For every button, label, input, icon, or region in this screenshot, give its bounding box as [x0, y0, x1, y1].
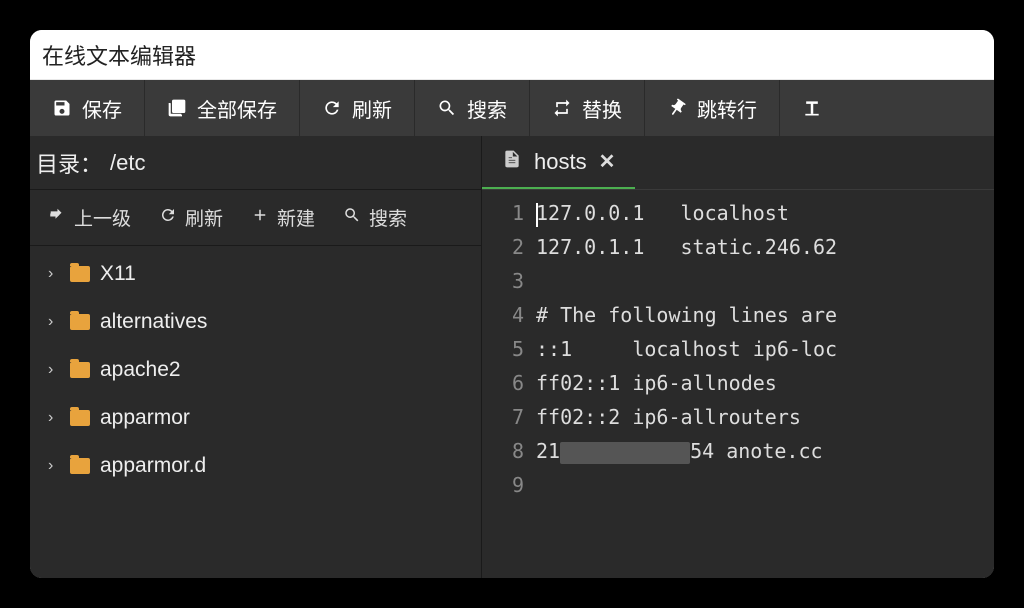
sidebar-toolbar: 上一级 刷新 新建 搜	[30, 190, 481, 246]
save-label: 保存	[82, 94, 122, 123]
code-lines[interactable]: 127.0.0.1 localhost127.0.1.1 static.246.…	[536, 190, 994, 578]
new-label: 新建	[277, 204, 315, 231]
line-number: 7	[482, 400, 524, 434]
search-button[interactable]: 搜索	[415, 80, 530, 136]
chevron-right-icon: ›	[48, 409, 60, 427]
line-number: 9	[482, 468, 524, 502]
line-number: 2	[482, 230, 524, 264]
tree-item[interactable]: › apache2	[30, 346, 481, 394]
line-gutter: 1 2 3 4 5 6 7 8 9	[482, 190, 536, 578]
chevron-right-icon: ›	[48, 265, 60, 283]
code-line[interactable]: # The following lines are	[536, 298, 994, 332]
close-icon[interactable]: ✕	[599, 149, 616, 174]
replace-label: 替换	[582, 94, 622, 123]
code-line[interactable]: ::1 localhost ip6-loc	[536, 332, 994, 366]
main-toolbar: 保存 全部保存 刷新 搜索 替换	[30, 80, 994, 136]
tree-item[interactable]: › alternatives	[30, 298, 481, 346]
tab-bar: hosts ✕	[482, 136, 994, 190]
plus-icon	[251, 206, 269, 230]
goto-label: 跳转行	[697, 94, 757, 123]
tree-item[interactable]: › X11	[30, 250, 481, 298]
sidebar-refresh-button[interactable]: 刷新	[147, 198, 235, 237]
tree-item[interactable]: › apparmor	[30, 394, 481, 442]
code-line[interactable]	[536, 264, 994, 298]
title-bar: 在线文本编辑器	[30, 30, 994, 80]
text-icon	[802, 98, 822, 118]
tab-label: hosts	[534, 149, 587, 175]
folder-icon	[70, 410, 90, 426]
refresh-icon	[159, 206, 177, 230]
folder-icon	[70, 458, 90, 474]
folder-icon	[70, 314, 90, 330]
code-line[interactable]: ff02::1 ip6-allnodes	[536, 366, 994, 400]
file-icon	[502, 148, 522, 176]
search-icon	[343, 206, 361, 230]
line-number: 8	[482, 434, 524, 468]
chevron-right-icon: ›	[48, 313, 60, 331]
save-all-icon	[167, 98, 187, 118]
content-area: 目录： /etc 上一级 刷新	[30, 136, 994, 578]
refresh-icon	[322, 98, 342, 118]
code-line[interactable]: 127.0.0.1 localhost	[536, 196, 994, 230]
save-icon	[52, 98, 72, 118]
folder-name: apparmor	[100, 406, 190, 430]
chevron-right-icon: ›	[48, 457, 60, 475]
search-label: 搜索	[467, 94, 507, 123]
save-button[interactable]: 保存	[30, 80, 145, 136]
text-tool-button[interactable]	[780, 80, 836, 136]
code-line[interactable]: 127.0.1.1 static.246.62	[536, 230, 994, 264]
search-icon	[437, 98, 457, 118]
save-all-label: 全部保存	[197, 94, 277, 123]
file-tree[interactable]: › X11 › alternatives › apache2 ›	[30, 246, 481, 578]
line-number: 3	[482, 264, 524, 298]
goto-button[interactable]: 跳转行	[645, 80, 780, 136]
line-number: 5	[482, 332, 524, 366]
pin-icon	[667, 98, 687, 118]
code-line[interactable]: ff02::2 ip6-allrouters	[536, 400, 994, 434]
caret	[536, 203, 538, 227]
dir-path: /etc	[110, 150, 145, 176]
sidebar-search-button[interactable]: 搜索	[331, 198, 419, 237]
code-line[interactable]: 2154 anote.cc	[536, 434, 994, 468]
line-number: 4	[482, 298, 524, 332]
chevron-right-icon: ›	[48, 361, 60, 379]
up-label: 上一级	[74, 204, 131, 231]
editor-window: 在线文本编辑器 保存 全部保存 刷新 搜索	[30, 30, 994, 578]
save-all-button[interactable]: 全部保存	[145, 80, 300, 136]
code-area[interactable]: 1 2 3 4 5 6 7 8 9 127.0.0.1 localhost127…	[482, 190, 994, 578]
folder-name: apparmor.d	[100, 454, 206, 478]
folder-name: alternatives	[100, 310, 207, 334]
replace-button[interactable]: 替换	[530, 80, 645, 136]
sidebar-refresh-label: 刷新	[185, 204, 223, 231]
new-button[interactable]: 新建	[239, 198, 327, 237]
editor-pane: hosts ✕ 1 2 3 4 5 6 7 8 9 127.0.0.1 loca…	[482, 136, 994, 578]
file-sidebar: 目录： /etc 上一级 刷新	[30, 136, 482, 578]
line-number: 1	[482, 196, 524, 230]
folder-name: apache2	[100, 358, 181, 382]
redacted-segment	[560, 442, 690, 464]
app-title: 在线文本编辑器	[42, 39, 196, 71]
up-arrow-icon	[48, 206, 66, 230]
line-number: 6	[482, 366, 524, 400]
tree-item[interactable]: › apparmor.d	[30, 442, 481, 490]
folder-icon	[70, 362, 90, 378]
replace-icon	[552, 98, 572, 118]
refresh-label: 刷新	[352, 94, 392, 123]
dir-label: 目录：	[36, 147, 102, 179]
refresh-button[interactable]: 刷新	[300, 80, 415, 136]
folder-icon	[70, 266, 90, 282]
directory-header: 目录： /etc	[30, 136, 481, 190]
folder-name: X11	[100, 262, 136, 286]
up-level-button[interactable]: 上一级	[36, 198, 143, 237]
tab-hosts[interactable]: hosts ✕	[482, 136, 635, 189]
sidebar-search-label: 搜索	[369, 204, 407, 231]
code-line[interactable]	[536, 468, 994, 502]
